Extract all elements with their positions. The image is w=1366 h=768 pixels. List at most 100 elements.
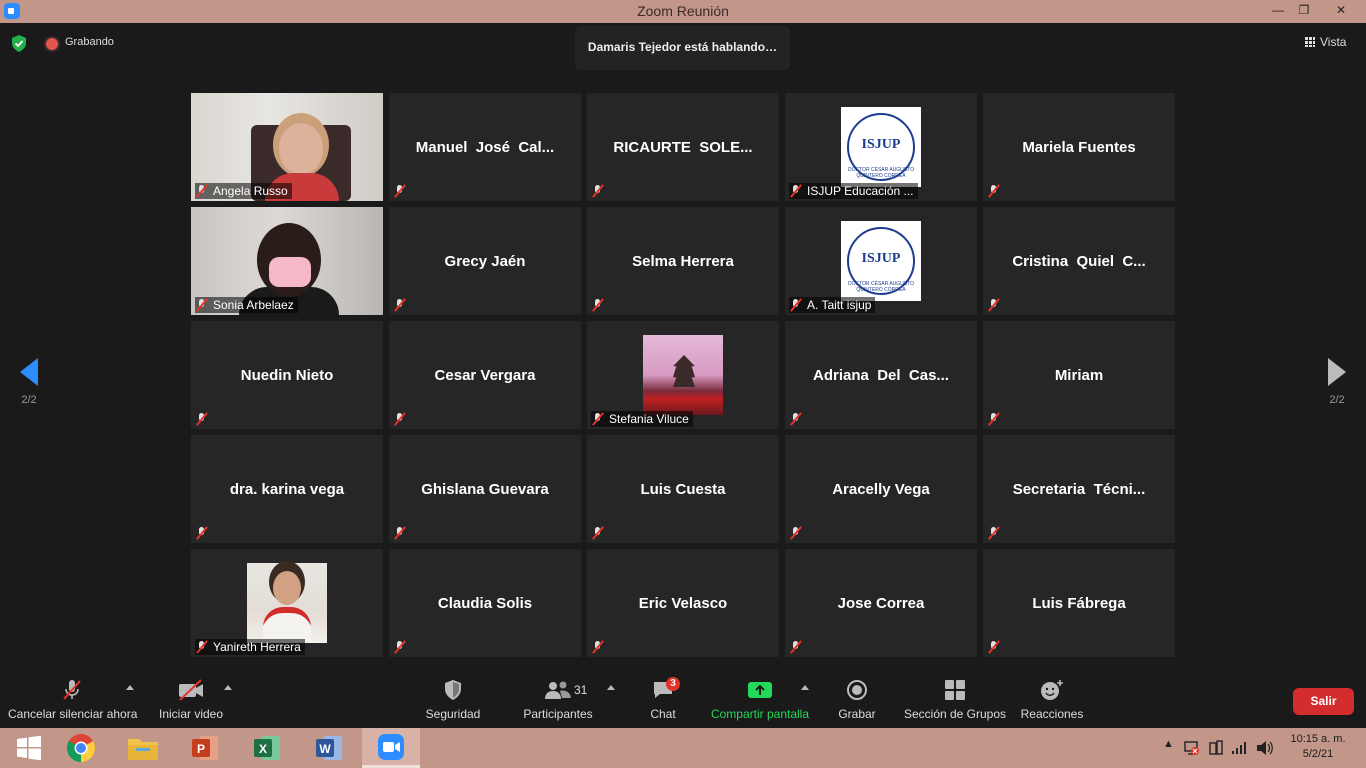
participant-caption: Yanireth Herrera (195, 639, 305, 655)
record-button[interactable]: Grabar (832, 678, 882, 721)
participant-caption (591, 525, 613, 541)
mic-muted-icon (591, 184, 605, 198)
breakout-rooms-icon (945, 680, 965, 700)
participant-tile[interactable]: Eric Velasco (587, 549, 779, 657)
tray-chevron-icon[interactable]: ▲ (1163, 738, 1174, 750)
next-page[interactable]: 2/2 (1322, 358, 1352, 406)
active-speaker-banner: Damaris Tejedor está hablando… (575, 26, 790, 70)
page-indicator-left: 2/2 (21, 394, 37, 406)
view-button[interactable]: Vista (1305, 35, 1346, 49)
reactions-button[interactable]: Reacciones (1018, 678, 1086, 721)
window-titlebar: Zoom Reunión — ❐ ✕ (0, 0, 1366, 23)
participant-caption: Sonia Arbelaez (195, 297, 298, 313)
minimize-button[interactable]: — (1264, 0, 1292, 23)
audio-options-chevron-icon[interactable] (126, 685, 134, 690)
mic-muted-icon (987, 640, 1001, 654)
participant-tile[interactable]: Stefania Viluce (587, 321, 779, 429)
security-label: Seguridad (425, 707, 481, 721)
video-off-icon (179, 679, 203, 701)
taskbar-word[interactable]: W (300, 728, 358, 768)
signal-icon[interactable] (1231, 741, 1247, 755)
record-label: Grabar (838, 707, 876, 721)
mic-muted-icon (63, 680, 81, 700)
taskbar-excel[interactable]: X (238, 728, 296, 768)
gallery-grid: Angela Russo Manuel José Cal... RICAURTE S… (191, 93, 1175, 657)
participant-caption (393, 411, 415, 427)
mic-muted-icon (393, 298, 407, 312)
participant-tile[interactable]: Mariela Fuentes (983, 93, 1175, 201)
start-button[interactable] (0, 728, 58, 768)
participant-caption: Stefania Viluce (591, 411, 693, 427)
participants-count: 31 (574, 683, 588, 697)
participant-tile[interactable]: Adriana Del Cas... (785, 321, 977, 429)
unmute-button[interactable]: Cancelar silenciar ahora (8, 678, 138, 721)
taskbar-zoom[interactable] (362, 728, 420, 768)
participant-caption-name: Sonia Arbelaez (213, 298, 294, 312)
participant-tile[interactable]: Aracelly Vega (785, 435, 977, 543)
mic-muted-icon (789, 526, 803, 540)
participant-tile[interactable]: Jose Correa (785, 549, 977, 657)
video-options-chevron-icon[interactable] (224, 685, 232, 690)
leave-button[interactable]: Salir (1293, 688, 1354, 715)
network-warning-icon[interactable] (1184, 740, 1200, 756)
mic-muted-icon (591, 640, 605, 654)
participant-name: Eric Velasco (638, 594, 728, 612)
mic-muted-icon (789, 640, 803, 654)
profile-picture (643, 335, 723, 415)
volume-icon[interactable] (1256, 740, 1274, 756)
participant-caption (393, 525, 415, 541)
participant-name: Cristina Quiel C... (1012, 252, 1146, 270)
breakout-rooms-button[interactable]: Sección de Grupos (900, 678, 1010, 721)
mic-muted-icon (195, 184, 209, 198)
mic-muted-icon (591, 412, 605, 426)
security-button[interactable]: Seguridad (420, 678, 486, 721)
logo-subtitle: DOCTOR CÉSAR AUGUSTO QUINTERO CORREA (848, 281, 914, 293)
taskbar-clock[interactable]: 10:15 a. m. 5/2/21 (1282, 732, 1354, 762)
participant-tile[interactable]: Luis Fábrega (983, 549, 1175, 657)
participant-tile[interactable]: Luis Cuesta (587, 435, 779, 543)
participant-tile[interactable]: Ghislana Guevara (389, 435, 581, 543)
participant-tile[interactable]: dra. karina vega (191, 435, 383, 543)
arrow-right-icon[interactable] (1328, 358, 1346, 386)
participant-caption: Angela Russo (195, 183, 292, 199)
participant-name: Manuel José Cal... (415, 138, 555, 156)
participant-tile[interactable]: Cesar Vergara (389, 321, 581, 429)
participant-tile[interactable]: Secretaria Técni... (983, 435, 1175, 543)
participants-options-chevron-icon[interactable] (607, 685, 615, 690)
start-video-button[interactable]: Iniciar video (156, 678, 226, 721)
taskbar-chrome[interactable] (52, 728, 110, 768)
share-screen-button[interactable]: Compartir pantalla (708, 678, 812, 721)
participant-tile[interactable]: Angela Russo (191, 93, 383, 201)
participant-tile[interactable]: Nuedin Nieto (191, 321, 383, 429)
participant-name: dra. karina vega (229, 480, 345, 498)
mic-muted-icon (987, 184, 1001, 198)
security-shield-icon[interactable] (11, 35, 27, 52)
participant-caption (987, 411, 1009, 427)
arrow-left-icon[interactable] (20, 358, 38, 386)
close-button[interactable]: ✕ (1318, 0, 1364, 23)
participant-caption-name: Angela Russo (213, 184, 288, 198)
participant-tile[interactable]: ISJUP DOCTOR CÉSAR AUGUSTO QUINTERO CORRE… (785, 207, 977, 315)
chat-label: Chat (650, 707, 676, 721)
participant-caption (789, 411, 811, 427)
participant-tile[interactable]: ISJUP DOCTOR CÉSAR AUGUSTO QUINTERO CORRE… (785, 93, 977, 201)
participant-caption-name: Yanireth Herrera (213, 640, 301, 654)
maximize-button[interactable]: ❐ (1290, 0, 1318, 23)
participant-tile[interactable]: Claudia Solis (389, 549, 581, 657)
unmute-label: Cancelar silenciar ahora (8, 707, 138, 721)
participant-tile[interactable]: Grecy Jaén (389, 207, 581, 315)
battery-icon[interactable] (1208, 740, 1224, 756)
participant-tile[interactable]: Yanireth Herrera (191, 549, 383, 657)
participant-tile[interactable]: Manuel José Cal... (389, 93, 581, 201)
participant-tile[interactable]: Selma Herrera (587, 207, 779, 315)
taskbar-file-explorer[interactable] (114, 728, 172, 768)
participant-tile[interactable]: Sonia Arbelaez (191, 207, 383, 315)
logo-brand: ISJUP (861, 251, 901, 266)
taskbar-powerpoint[interactable]: P (176, 728, 234, 768)
share-options-chevron-icon[interactable] (801, 685, 809, 690)
participant-caption (591, 183, 613, 199)
participant-tile[interactable]: RICAURTE SOLE... (587, 93, 779, 201)
participant-tile[interactable]: Cristina Quiel C... (983, 207, 1175, 315)
prev-page[interactable]: 2/2 (14, 358, 44, 406)
participant-tile[interactable]: Miriam (983, 321, 1175, 429)
